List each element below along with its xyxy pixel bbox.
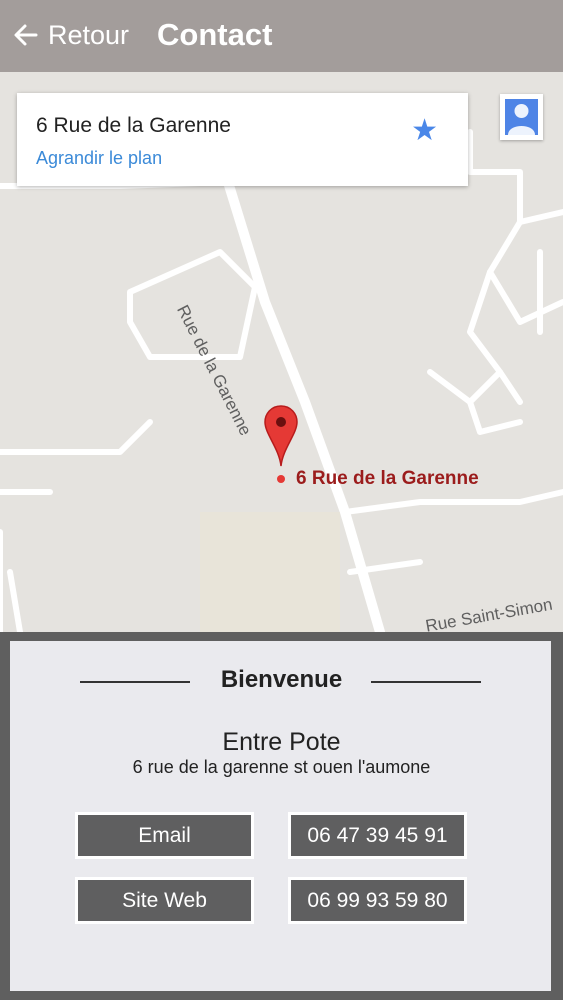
- star-icon[interactable]: ★: [411, 113, 438, 148]
- business-address: 6 rue de la garenne st ouen l'aumone: [132, 757, 431, 777]
- email-button[interactable]: Email: [75, 812, 254, 859]
- person-icon: [505, 99, 538, 135]
- phone-button-1[interactable]: 06 47 39 45 91: [288, 812, 467, 859]
- back-button[interactable]: Retour: [12, 14, 129, 56]
- map-info-card: 6 Rue de la Garenne Agrandir le plan ★: [17, 93, 468, 186]
- place-title: 6 Rue de la Garenne: [36, 114, 231, 137]
- map-marker-icon[interactable]: [263, 404, 299, 486]
- marker-label: 6 Rue de la Garenne: [296, 468, 479, 489]
- page-title: Contact: [157, 17, 273, 52]
- app-header: Retour Contact: [0, 0, 563, 72]
- business-name: Entre Pote: [222, 728, 341, 756]
- welcome-heading: Bienvenue: [220, 666, 343, 693]
- enlarge-map-link[interactable]: Agrandir le plan: [36, 148, 162, 169]
- back-arrow-icon: [14, 24, 38, 46]
- back-label: Retour: [48, 19, 130, 50]
- website-button[interactable]: Site Web: [75, 877, 254, 924]
- phone-button-2[interactable]: 06 99 93 59 80: [288, 877, 467, 924]
- account-button[interactable]: [500, 94, 543, 140]
